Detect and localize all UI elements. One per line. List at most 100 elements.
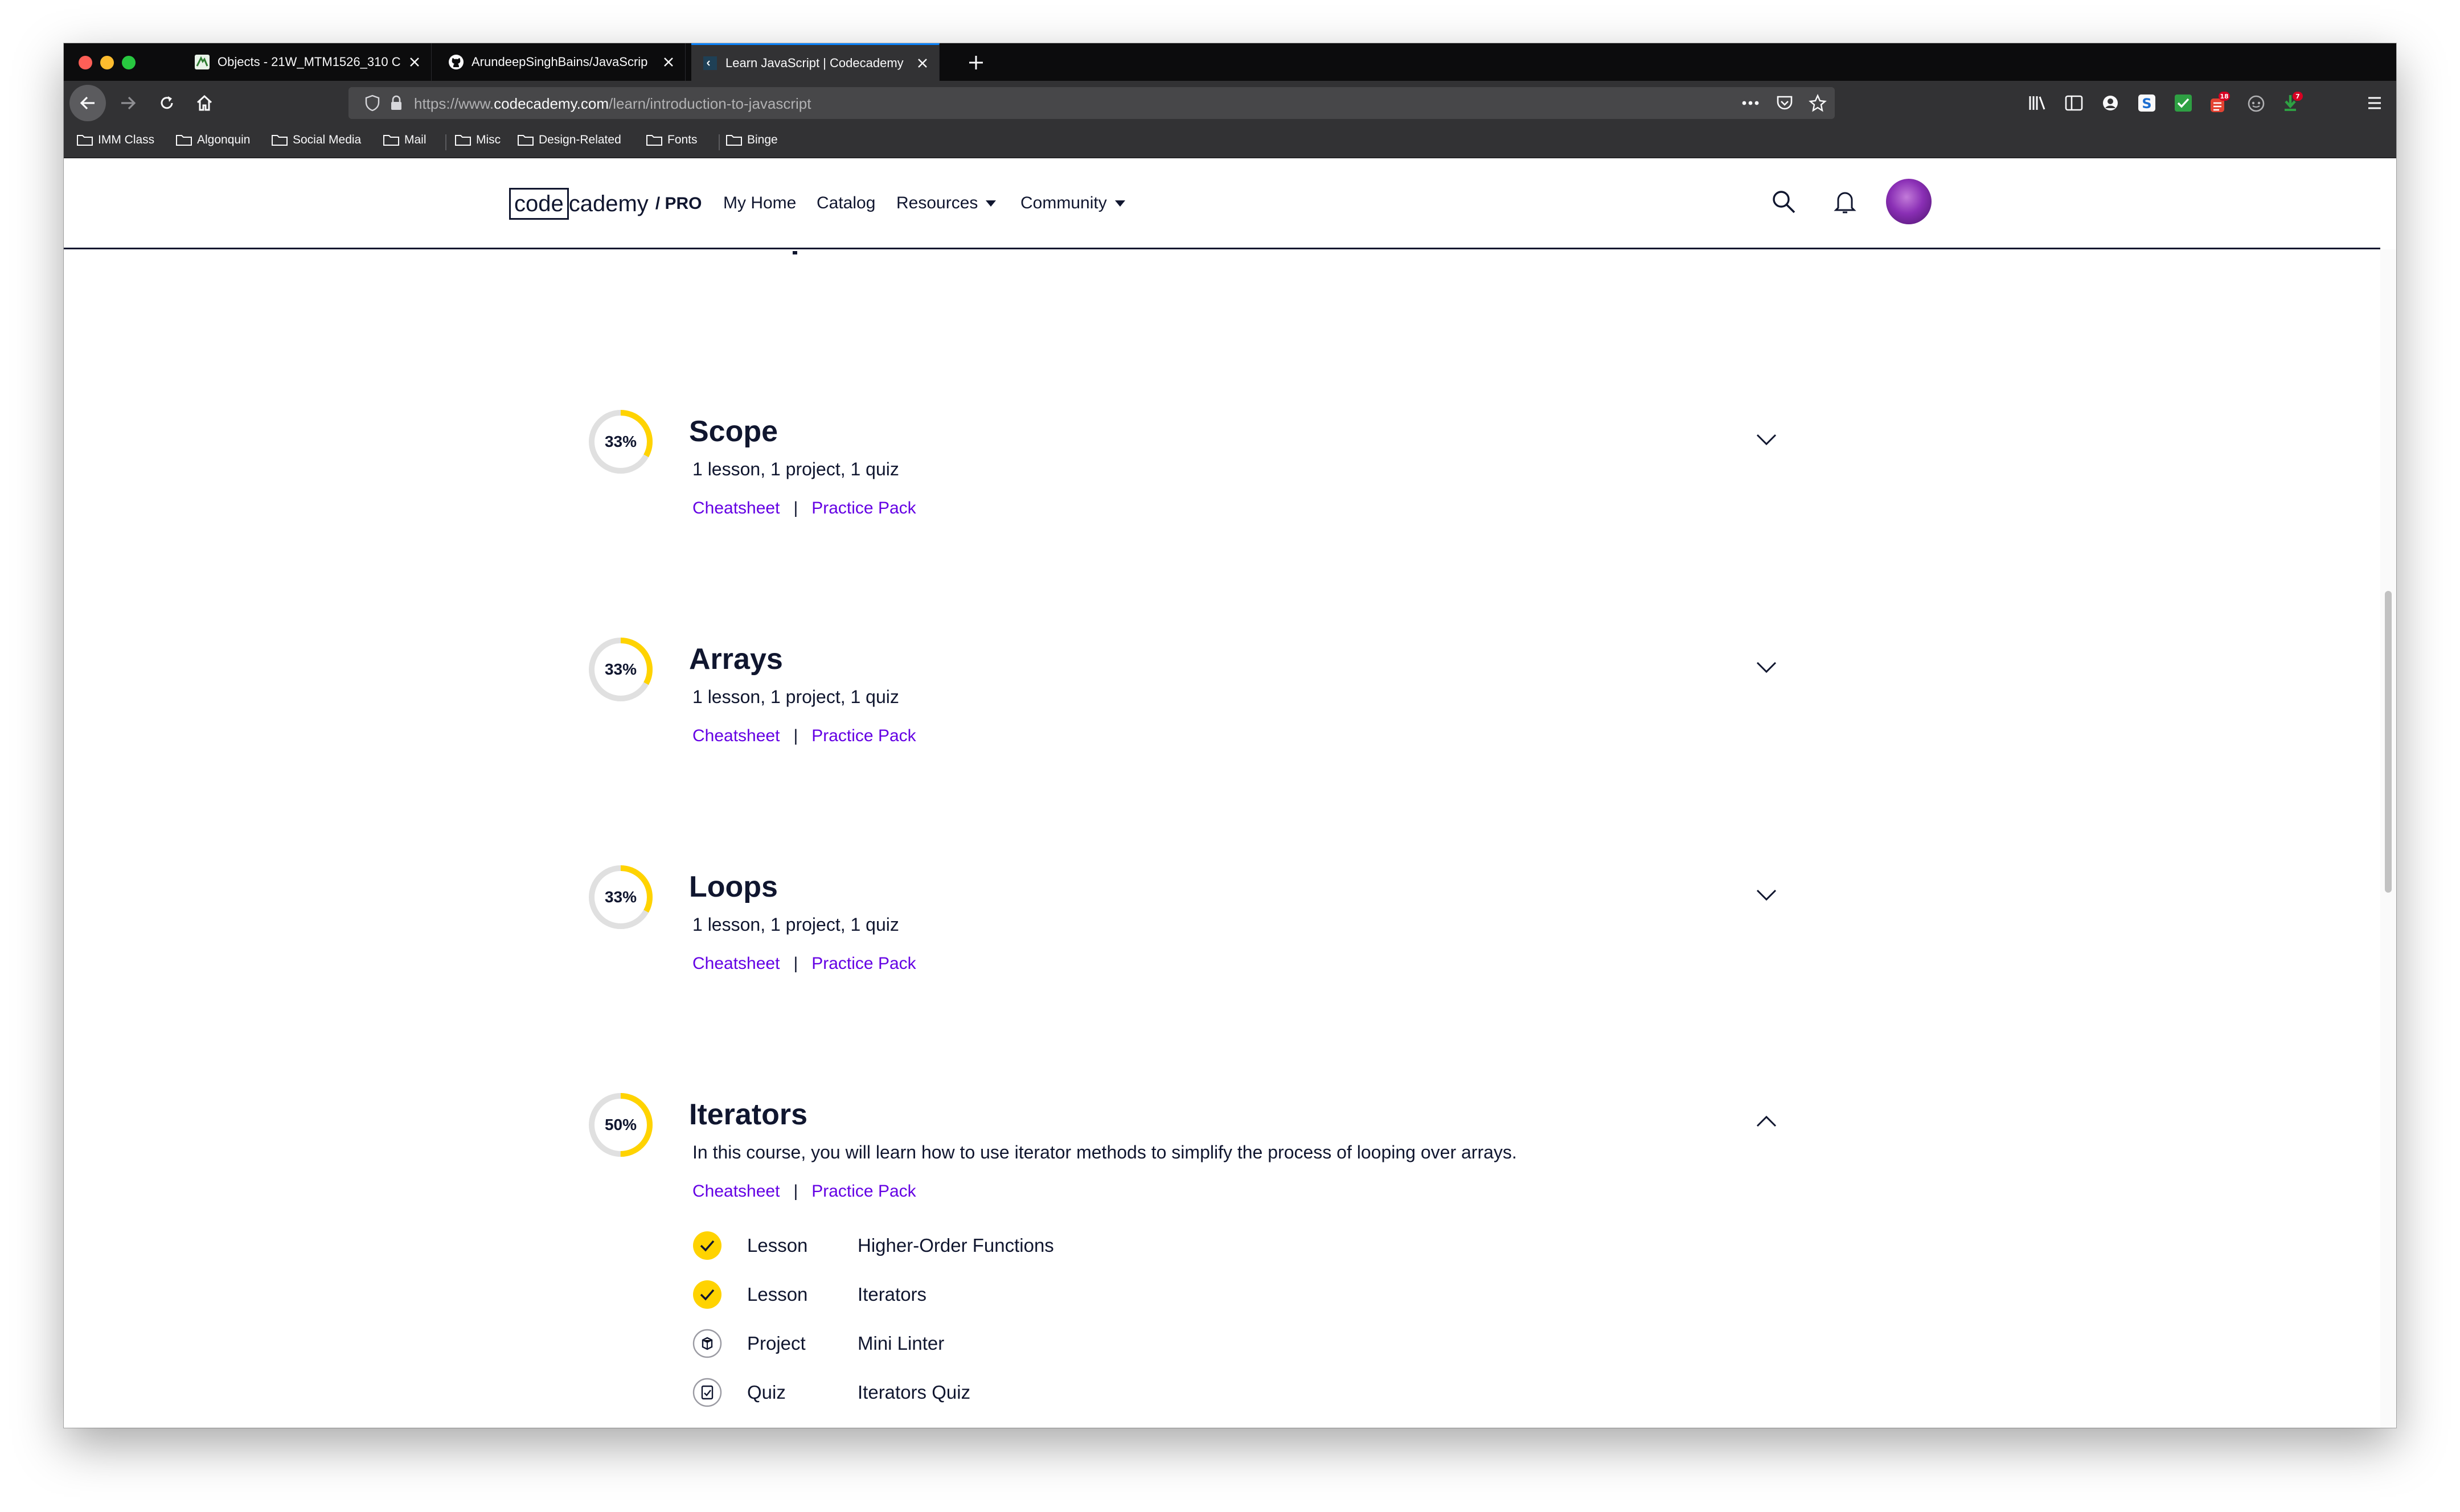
folder-icon [726, 135, 742, 146]
scrollbar-thumb[interactable] [2385, 591, 2392, 893]
pocket-icon[interactable] [1772, 91, 1797, 116]
cheatsheet-link[interactable]: Cheatsheet [692, 726, 780, 746]
progress-percent: 33% [604, 433, 637, 450]
library-icon[interactable] [2025, 91, 2050, 116]
module-description: 1 lesson, 1 project, 1 quiz [692, 687, 899, 707]
lock-icon[interactable] [384, 91, 409, 116]
item-name: Iterators Quiz [858, 1382, 971, 1403]
bookmark-fonts[interactable]: Fonts [646, 133, 698, 147]
user-avatar[interactable] [1886, 179, 1932, 224]
cheatsheet-link[interactable]: Cheatsheet [692, 954, 780, 973]
nav-resources[interactable]: Resources [896, 194, 997, 213]
logo-pro: / PRO [655, 194, 702, 213]
module-title[interactable]: Arrays [689, 642, 783, 676]
algonquin-favicon-icon [194, 54, 211, 71]
codecademy-favicon-icon [702, 55, 719, 72]
bookmark-algonquin[interactable]: Algonquin [175, 133, 250, 147]
module-links: Cheatsheet | Practice Pack [692, 726, 916, 746]
checkmark-extension-icon[interactable] [2171, 91, 2196, 116]
bookmark-imm-class[interactable]: IMM Class [76, 133, 154, 147]
maximize-window-button[interactable] [122, 56, 136, 69]
nav-community[interactable]: Community [1020, 194, 1125, 213]
nav-label: Resources [896, 194, 978, 212]
page-scrollbar[interactable] [2380, 249, 2396, 1428]
checkmark-complete-icon [692, 1231, 722, 1260]
forward-button[interactable] [114, 89, 142, 117]
navigation-toolbar: https://www.codecademy.com/learn/introdu… [64, 81, 2396, 125]
expand-chevron-down-icon[interactable] [1753, 881, 1780, 909]
home-button[interactable] [190, 89, 219, 117]
web-page: code cademy / PRO My Home Catalog Resource… [64, 158, 2396, 1428]
expand-chevron-down-icon[interactable] [1753, 654, 1780, 681]
tab-codecademy[interactable]: Learn JavaScript | Codecademy [691, 43, 940, 81]
item-type: Lesson [747, 1235, 808, 1256]
bookmark-design-related[interactable]: Design-Related [517, 133, 621, 147]
close-tab-icon[interactable] [913, 54, 932, 73]
bookmarks-toolbar: IMM Class Algonquin Social Media Mail Mi… [64, 125, 2396, 158]
browser-window: Objects - 21W_MTM1526_310 C ArundeepSing… [64, 43, 2396, 1428]
todoist-extension-icon[interactable]: 18 [2207, 91, 2232, 116]
practice-pack-link[interactable]: Practice Pack [811, 1182, 916, 1201]
module-title[interactable]: Iterators [689, 1098, 807, 1132]
checkmark-complete-icon [692, 1280, 722, 1309]
folder-icon [518, 135, 534, 146]
bookmark-binge[interactable]: Binge [725, 133, 778, 147]
close-tab-icon[interactable] [405, 52, 424, 72]
shield-icon[interactable] [360, 91, 385, 116]
list-item[interactable]: Project Mini Linter [692, 1326, 944, 1361]
tab-label: Learn JavaScript | Codecademy [725, 55, 904, 70]
progress-percent: 50% [604, 1116, 637, 1133]
practice-pack-link[interactable]: Practice Pack [811, 499, 916, 518]
extension-s-icon[interactable]: S [2134, 91, 2159, 116]
bookmark-label: Misc [476, 133, 501, 146]
bookmark-separator [445, 134, 446, 150]
list-item[interactable]: Quiz Iterators Quiz [692, 1375, 970, 1410]
cheatsheet-link[interactable]: Cheatsheet [692, 1182, 780, 1201]
bookmark-label: Fonts [667, 133, 698, 146]
logo-code: code [509, 188, 569, 220]
hamburger-menu-icon[interactable] [2362, 91, 2387, 116]
minimize-window-button[interactable] [100, 56, 114, 69]
module-title[interactable]: Loops [689, 870, 778, 904]
reload-button[interactable] [153, 89, 181, 117]
plus-icon [969, 56, 983, 69]
cheatsheet-link[interactable]: Cheatsheet [692, 499, 780, 518]
module-description: In this course, you will learn how to us… [692, 1142, 1517, 1162]
folder-icon [272, 135, 288, 146]
practice-pack-link[interactable]: Practice Pack [811, 954, 916, 973]
new-tab-button[interactable] [964, 50, 989, 75]
bookmark-mail[interactable]: Mail [383, 133, 427, 147]
tab-bar: Objects - 21W_MTM1526_310 C ArundeepSing… [64, 43, 2396, 81]
notification-bell-icon[interactable] [1829, 186, 1861, 217]
bookmark-social-media[interactable]: Social Media [271, 133, 361, 147]
svg-text:S: S [2142, 96, 2151, 112]
reddit-extension-icon[interactable] [2244, 91, 2269, 116]
close-tab-icon[interactable] [659, 52, 678, 72]
url-bar[interactable]: https://www.codecademy.com/learn/introdu… [348, 87, 1835, 119]
practice-pack-link[interactable]: Practice Pack [811, 726, 916, 746]
logo-cademy: cademy [568, 191, 649, 216]
tab-label: Objects - 21W_MTM1526_310 C [218, 55, 401, 69]
back-button[interactable] [69, 85, 106, 121]
module-title[interactable]: Scope [689, 414, 778, 449]
collapse-chevron-up-icon[interactable] [1753, 1108, 1780, 1135]
search-icon[interactable] [1768, 186, 1799, 217]
page-actions-icon[interactable] [1738, 91, 1763, 116]
nav-my-home[interactable]: My Home [723, 194, 796, 213]
bookmark-star-icon[interactable] [1805, 91, 1830, 116]
url-text: https://www.codecademy.com/learn/introdu… [414, 95, 811, 113]
bookmark-label: Binge [747, 133, 778, 146]
expand-chevron-down-icon[interactable] [1753, 426, 1780, 453]
list-item[interactable]: Lesson Higher-Order Functions [692, 1228, 1054, 1263]
list-item[interactable]: Lesson Iterators [692, 1277, 926, 1312]
bookmark-misc[interactable]: Misc [454, 133, 501, 147]
tab-objects[interactable]: Objects - 21W_MTM1526_310 C [183, 43, 432, 81]
arrow-right-icon [121, 96, 136, 110]
download-extension-icon[interactable]: 7 [2280, 91, 2305, 116]
tab-github[interactable]: ArundeepSinghBains/JavaScrip [437, 43, 686, 81]
sidebar-icon[interactable] [2061, 91, 2086, 116]
close-window-button[interactable] [79, 56, 92, 69]
codecademy-pro-logo[interactable]: code cademy / PRO [509, 187, 702, 221]
account-icon[interactable] [2098, 91, 2123, 116]
nav-catalog[interactable]: Catalog [817, 194, 875, 213]
